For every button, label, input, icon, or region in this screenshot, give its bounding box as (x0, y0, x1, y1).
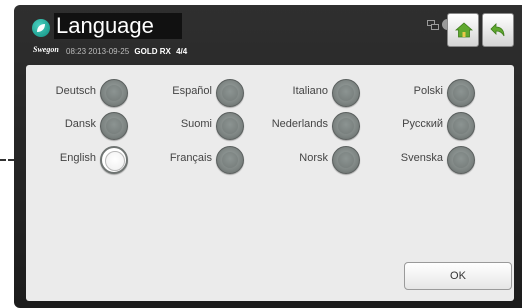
language-label: Norsk (299, 152, 328, 164)
header-bar: Language Swegon 08:23 2013-09-25 GOLD RX… (14, 5, 522, 63)
language-label: Français (169, 152, 212, 164)
language-label: Italiano (292, 85, 328, 97)
language-label: Русский (402, 118, 443, 130)
brand-logo: Swegon (33, 45, 59, 54)
language-panel: Deutsch Español Italiano Polski Dansk Su… (26, 65, 514, 301)
radio-button[interactable] (447, 112, 475, 140)
language-label: Svenska (400, 152, 443, 164)
language-label: Deutsch (55, 85, 96, 97)
page-title: Language (54, 13, 182, 39)
language-label: Nederlands (271, 118, 328, 130)
back-button[interactable] (482, 13, 514, 47)
network-icon (427, 20, 439, 30)
radio-button[interactable] (447, 79, 475, 107)
language-option-dansk[interactable]: Dansk (8, 110, 128, 142)
language-option-deutsch[interactable]: Deutsch (8, 77, 128, 109)
language-label: Suomi (180, 118, 212, 130)
language-option-polski[interactable]: Polski (355, 77, 475, 109)
language-option-russian[interactable]: Русский (355, 110, 475, 142)
status-line: 08:23 2013-09-25 GOLD RX 4/4 (66, 47, 187, 56)
language-label: Dansk (64, 118, 96, 130)
language-option-suomi[interactable]: Suomi (124, 110, 244, 142)
language-option-francais[interactable]: Français (124, 144, 244, 176)
status-date: 2013-09-25 (88, 47, 130, 56)
language-label: Polski (413, 85, 443, 97)
radio-button[interactable] (447, 146, 475, 174)
home-button[interactable] (447, 13, 479, 47)
language-option-italiano[interactable]: Italiano (240, 77, 360, 109)
status-time: 08:23 (66, 47, 87, 56)
status-model: GOLD RX (134, 47, 171, 56)
status-unit: 4/4 (176, 47, 188, 56)
language-option-english[interactable]: English (8, 144, 128, 176)
device-screen: Language Swegon 08:23 2013-09-25 GOLD RX… (14, 5, 522, 308)
language-option-nederlands[interactable]: Nederlands (240, 110, 360, 142)
language-option-espanol[interactable]: Español (124, 77, 244, 109)
language-label: English (59, 152, 96, 164)
language-option-svenska[interactable]: Svenska (355, 144, 475, 176)
back-arrow-icon (490, 23, 505, 37)
language-option-norsk[interactable]: Norsk (240, 144, 360, 176)
home-icon (455, 22, 473, 38)
ok-button[interactable]: OK (404, 262, 512, 290)
swegon-leaf-icon (32, 19, 50, 37)
language-label: Español (172, 85, 212, 97)
